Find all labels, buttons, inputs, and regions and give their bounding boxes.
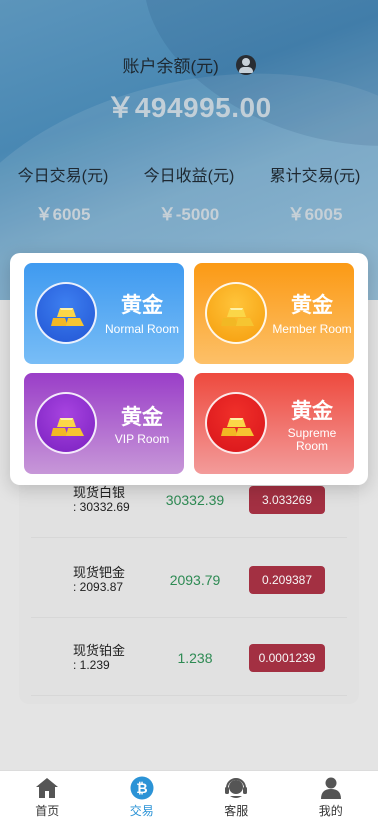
room-title: 黄金 xyxy=(291,400,333,423)
gold-bar-icon xyxy=(35,282,97,344)
gold-bar-icon xyxy=(205,392,267,454)
room-title: 黄金 xyxy=(121,294,163,317)
tab-home[interactable]: 首页 xyxy=(0,771,95,819)
room-card-vip[interactable]: 黄金 VIP Room xyxy=(24,373,184,474)
tab-label: 客服 xyxy=(224,804,249,818)
room-subtitle: Normal Room xyxy=(104,322,179,336)
room-card-normal[interactable]: 黄金 Normal Room xyxy=(24,263,184,364)
bottom-tab-bar: 首页 ₿ 交易 客服 我的 xyxy=(0,770,378,819)
room-title: 黄金 xyxy=(121,406,163,429)
room-title: 黄金 xyxy=(291,294,333,317)
room-subtitle: VIP Room xyxy=(114,432,170,446)
tab-support[interactable]: 客服 xyxy=(189,771,284,819)
headset-icon xyxy=(224,776,248,800)
room-card-member[interactable]: 黄金 Member Room xyxy=(194,263,354,364)
tab-trade[interactable]: ₿ 交易 xyxy=(95,771,190,819)
tab-profile[interactable]: 我的 xyxy=(284,771,378,819)
tab-label: 我的 xyxy=(318,804,343,818)
user-icon xyxy=(319,776,343,800)
svg-text:₿: ₿ xyxy=(136,781,147,797)
gold-bar-icon xyxy=(35,392,97,454)
room-card-supreme[interactable]: 黄金 Supreme Room xyxy=(194,373,354,474)
room-select-modal: 黄金 Normal Room 黄金 Member Room 黄金 VIP Roo… xyxy=(10,253,368,485)
room-subtitle: Supreme Room xyxy=(287,426,337,453)
tab-label: 交易 xyxy=(129,804,154,818)
home-icon xyxy=(35,776,59,800)
tab-label: 首页 xyxy=(35,804,60,818)
gold-bar-icon xyxy=(205,282,267,344)
room-subtitle: Member Room xyxy=(272,322,352,336)
bitcoin-icon: ₿ xyxy=(130,776,154,800)
